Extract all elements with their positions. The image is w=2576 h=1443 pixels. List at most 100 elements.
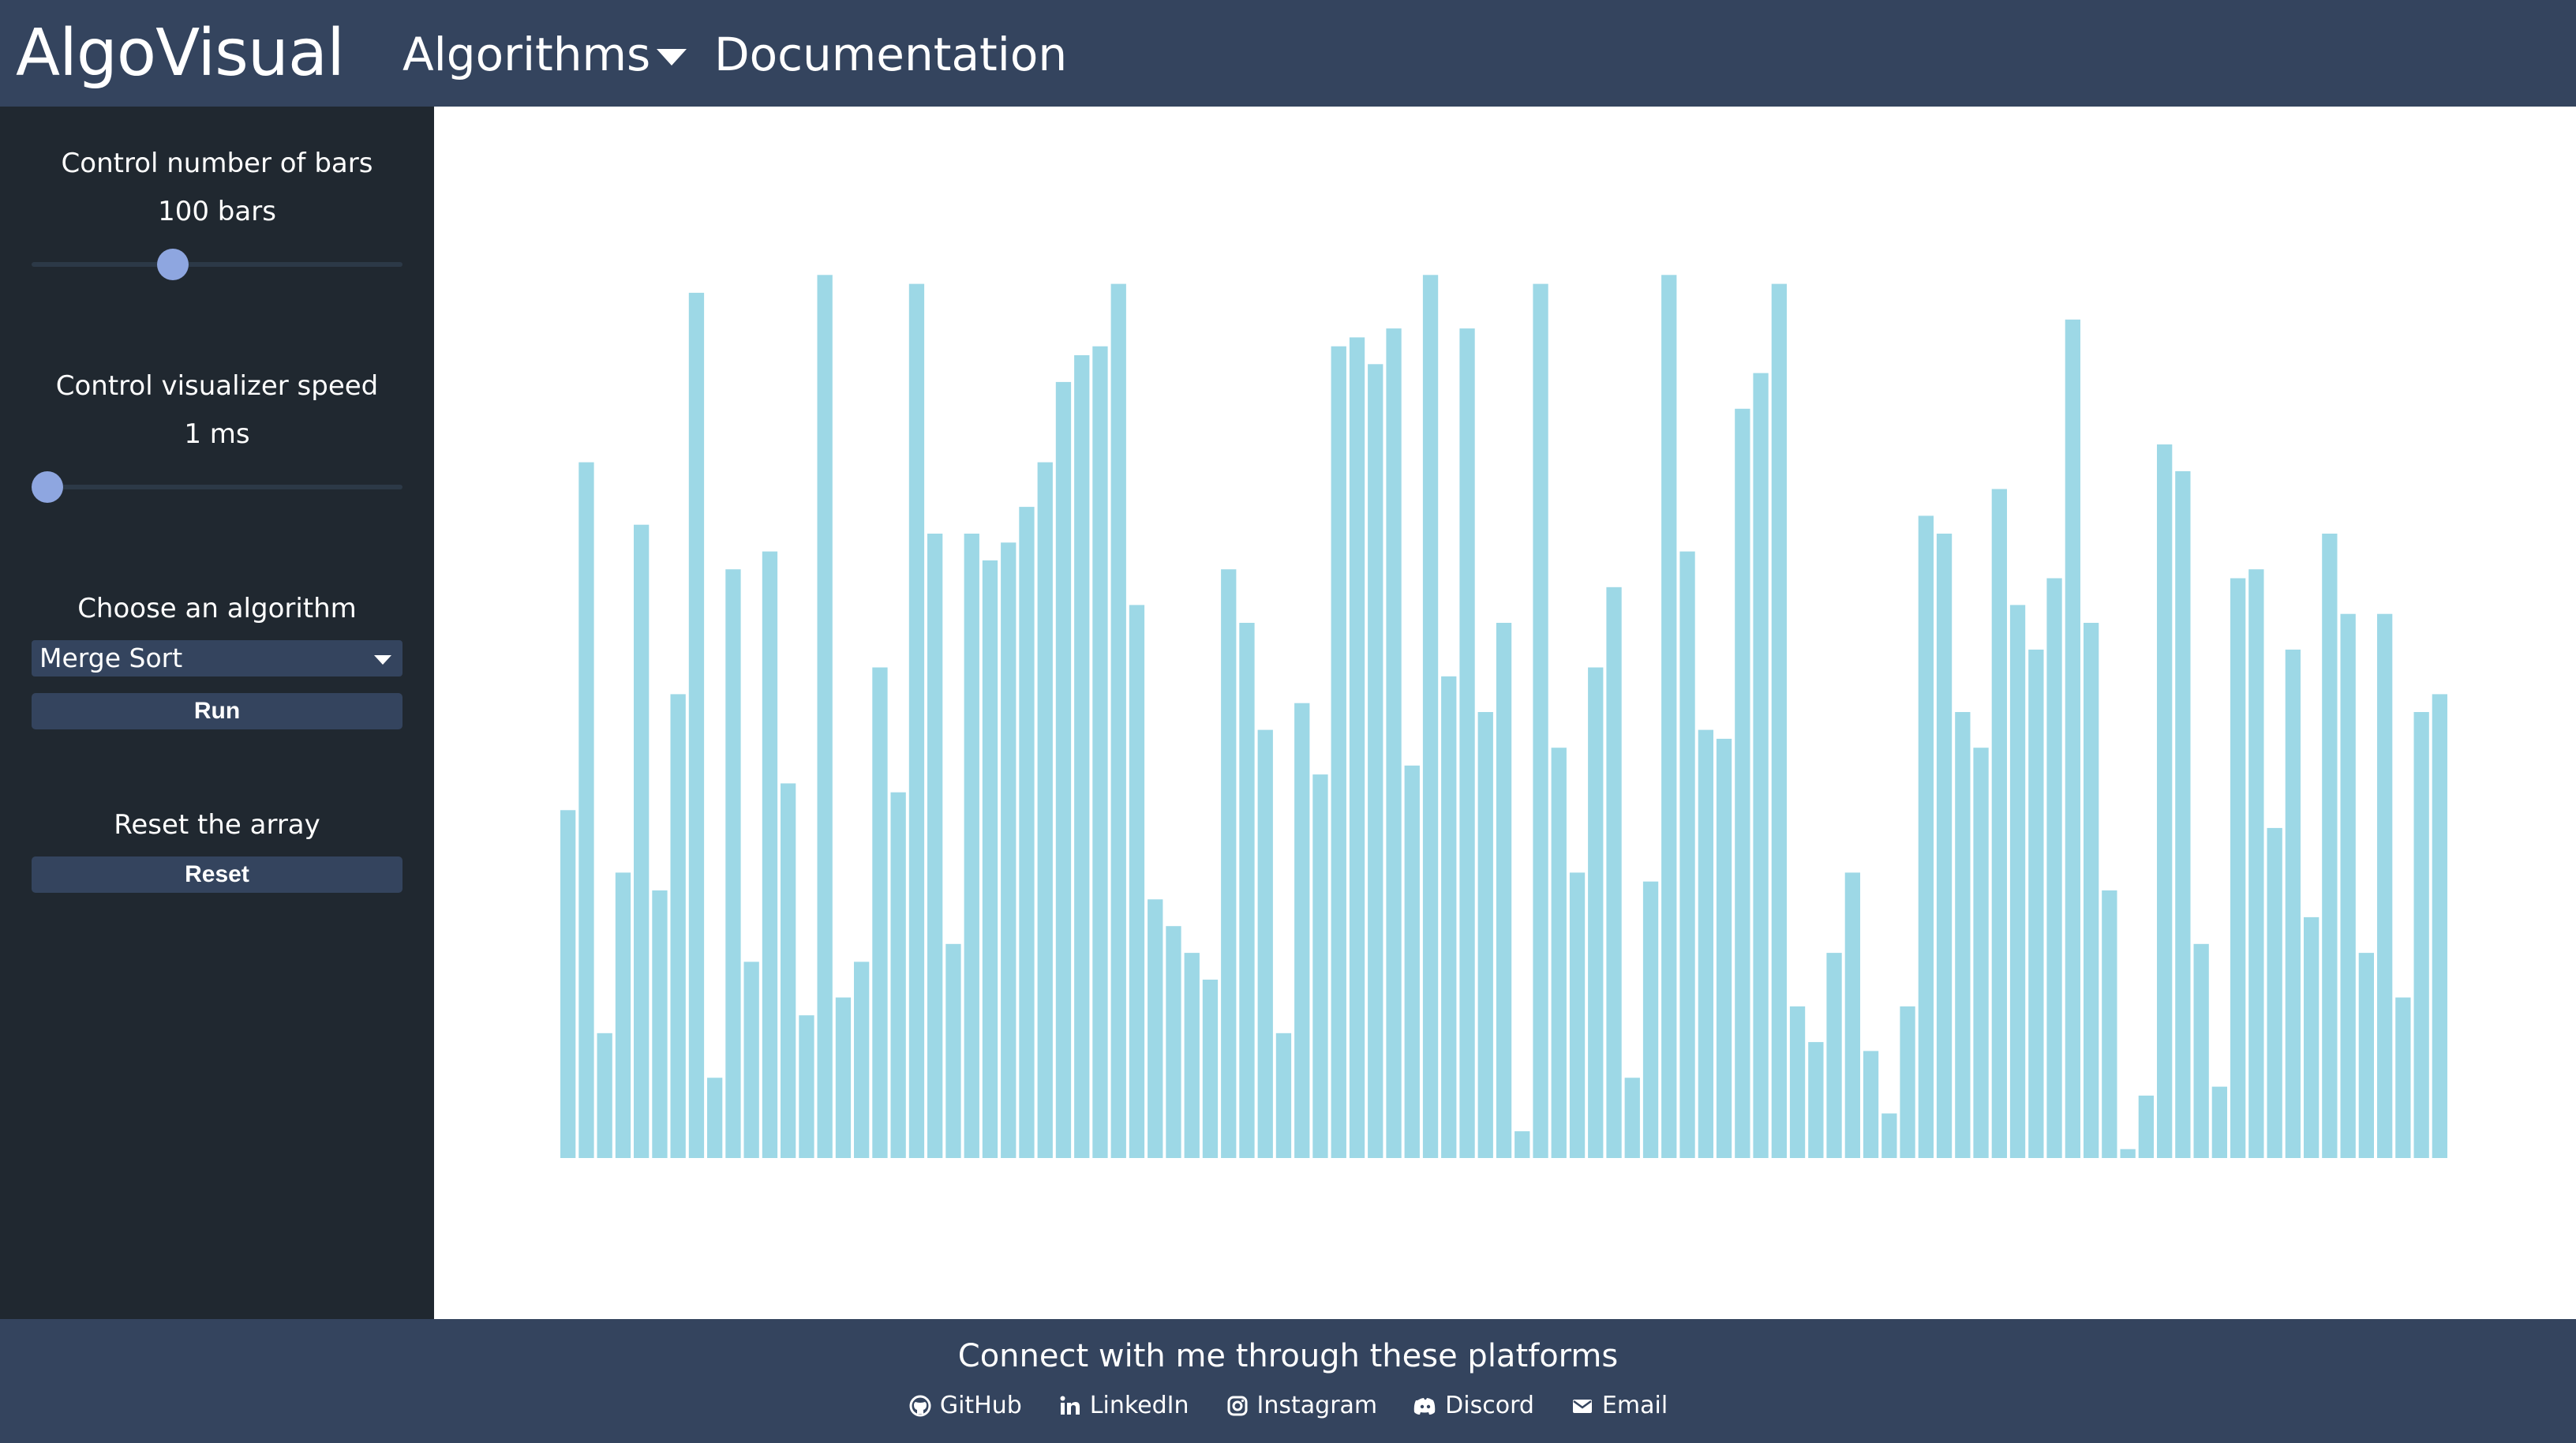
array-bar xyxy=(1422,275,1439,1158)
array-bar xyxy=(1110,283,1126,1159)
array-bar xyxy=(1202,980,1219,1158)
speed-slider-track[interactable] xyxy=(32,485,402,489)
array-bar xyxy=(1808,1042,1824,1158)
array-bar xyxy=(1001,542,1017,1158)
array-bar xyxy=(908,283,925,1159)
array-bar xyxy=(2267,827,2282,1158)
algorithm-select[interactable]: Merge Sort xyxy=(32,640,402,677)
github-link[interactable]: GitHub xyxy=(908,1390,1022,1422)
array-bar xyxy=(854,961,870,1158)
array-bar xyxy=(1496,623,1512,1158)
array-bar xyxy=(1955,712,1971,1158)
speed-slider-thumb[interactable] xyxy=(32,471,63,503)
array-bar xyxy=(2230,578,2246,1158)
array-bar xyxy=(2211,1086,2227,1158)
email-link-label: Email xyxy=(1601,1392,1668,1419)
array-bar xyxy=(1019,507,1035,1158)
array-bar xyxy=(1477,712,1493,1158)
array-bar xyxy=(1312,774,1328,1158)
instagram-link[interactable]: Instagram xyxy=(1226,1390,1378,1422)
array-bar xyxy=(2046,578,2062,1158)
array-bar xyxy=(2395,997,2411,1158)
array-bar xyxy=(927,534,943,1158)
array-bar xyxy=(2358,953,2374,1158)
array-bar xyxy=(1679,551,1695,1158)
array-bar xyxy=(2413,712,2429,1158)
array-bar xyxy=(1606,587,1622,1158)
email-link[interactable]: Email xyxy=(1571,1390,1668,1422)
array-bar xyxy=(2138,1095,2154,1158)
array-bar xyxy=(1716,738,1732,1158)
array-bar xyxy=(1166,926,1181,1158)
nav-algorithms-dropdown[interactable]: Algorithms xyxy=(402,24,687,85)
bars-slider-thumb[interactable] xyxy=(157,249,189,280)
array-bar xyxy=(1661,275,1677,1158)
linkedin-link-label: LinkedIn xyxy=(1089,1392,1189,1419)
array-bar xyxy=(1936,534,1953,1158)
array-bar xyxy=(578,462,594,1158)
array-bar xyxy=(1257,729,1273,1158)
discord-link[interactable]: Discord xyxy=(1413,1390,1534,1422)
array-bar xyxy=(762,551,778,1158)
array-bar xyxy=(1753,373,1769,1159)
array-bar xyxy=(1404,765,1420,1158)
array-bar xyxy=(1624,1078,1640,1158)
array-bar xyxy=(1221,569,1237,1158)
github-icon xyxy=(909,1395,931,1417)
linkedin-icon xyxy=(1060,1396,1080,1415)
array-bar xyxy=(2175,470,2191,1158)
array-bar xyxy=(560,810,576,1158)
footer: Connect with me through these platforms … xyxy=(0,1319,2576,1443)
array-bar xyxy=(1148,899,1163,1158)
array-bar xyxy=(1588,667,1604,1158)
array-bar xyxy=(1826,953,1842,1158)
footer-title: Connect with me through these platforms xyxy=(957,1338,1619,1374)
array-bar xyxy=(1863,1051,1879,1158)
array-bar xyxy=(1055,381,1072,1158)
array-bar xyxy=(2340,613,2356,1158)
array-bar xyxy=(2157,444,2173,1158)
nav-documentation-link[interactable]: Documentation xyxy=(714,24,1067,85)
caret-down-icon xyxy=(657,49,687,66)
array-bar xyxy=(1844,872,1860,1158)
run-button[interactable]: Run xyxy=(32,693,402,729)
array-bar xyxy=(743,961,759,1158)
array-bar xyxy=(1515,1131,1530,1158)
chevron-down-icon xyxy=(374,655,391,665)
array-bar xyxy=(2120,1149,2136,1158)
array-bar xyxy=(1459,328,1475,1159)
array-bar xyxy=(1239,623,1255,1158)
brand-logo[interactable]: AlgoVisual xyxy=(16,14,345,93)
array-bar xyxy=(1789,1006,1806,1158)
array-bar xyxy=(1368,364,1383,1158)
reset-button[interactable]: Reset xyxy=(32,856,402,893)
instagram-link-label: Instagram xyxy=(1256,1392,1378,1419)
array-bar xyxy=(890,792,906,1158)
array-bar xyxy=(1349,337,1365,1158)
speed-control-label: Control visualizer speed xyxy=(55,370,379,402)
envelope-icon xyxy=(1572,1400,1592,1413)
linkedin-link[interactable]: LinkedIn xyxy=(1058,1390,1189,1422)
nav-algorithms-label: Algorithms xyxy=(402,28,651,81)
array-bar xyxy=(1092,346,1108,1159)
array-bar xyxy=(615,872,631,1158)
array-bar xyxy=(799,1015,814,1158)
array-bar xyxy=(2304,916,2320,1158)
bars-control-label: Control number of bars xyxy=(61,148,373,179)
discord-link-label: Discord xyxy=(1445,1392,1534,1419)
reset-section-label: Reset the array xyxy=(114,809,320,841)
array-bar xyxy=(1551,748,1567,1158)
bars-slider-track[interactable] xyxy=(32,262,402,267)
array-bar xyxy=(2285,649,2301,1158)
array-bar xyxy=(2193,943,2209,1158)
array-bar xyxy=(781,783,796,1158)
array-bar xyxy=(2084,623,2099,1158)
array-bar xyxy=(1074,355,1090,1158)
array-bar xyxy=(1533,283,1548,1159)
array-bar xyxy=(1037,462,1053,1158)
array-bar xyxy=(1900,1006,1915,1158)
array-bar xyxy=(1991,489,2007,1158)
array-bar xyxy=(1275,1033,1292,1158)
top-navbar: AlgoVisual Algorithms Documentation xyxy=(0,0,2576,107)
array-bar xyxy=(1918,515,1934,1158)
